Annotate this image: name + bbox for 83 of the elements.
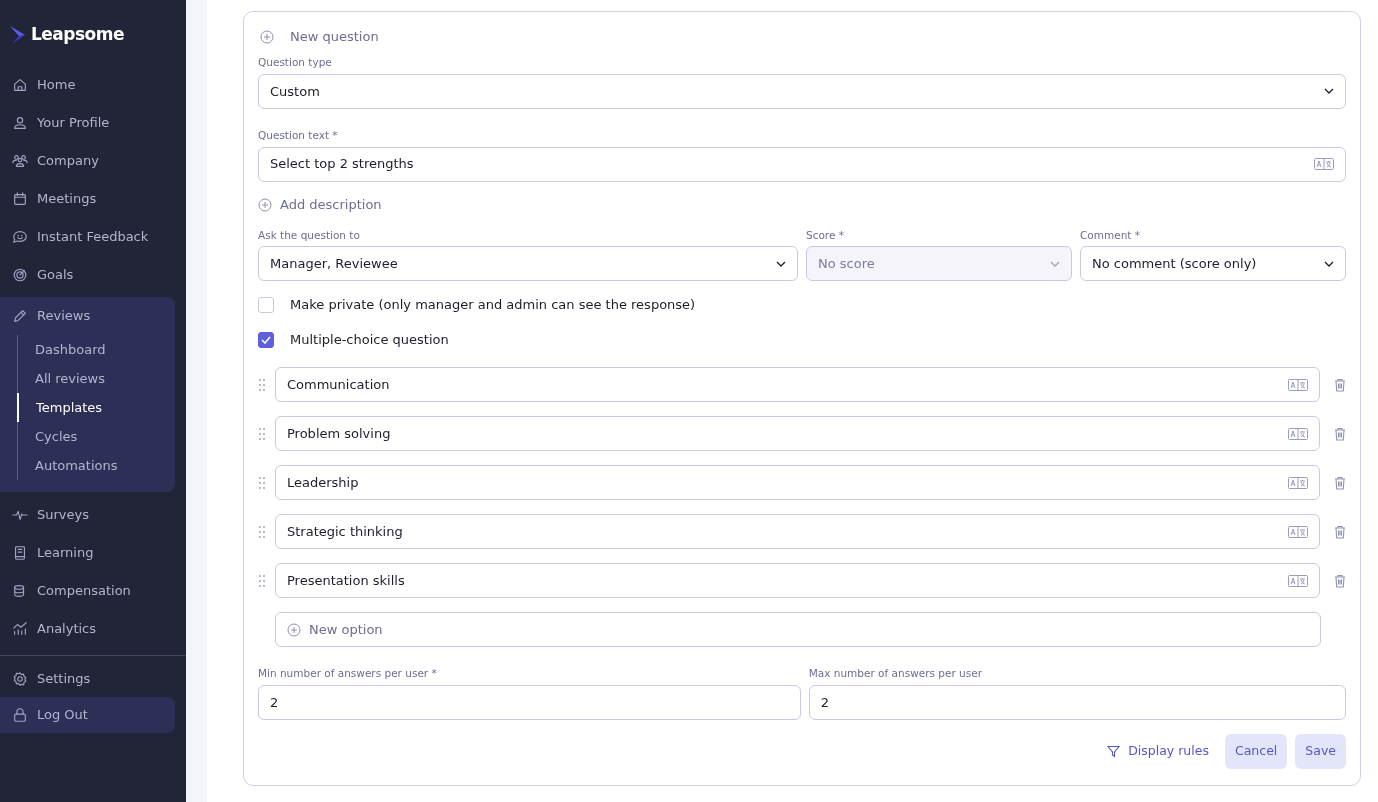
option-field[interactable]: Problem solving (275, 416, 1320, 452)
field-label: Score * (806, 227, 845, 243)
add-description-link[interactable]: Add description (280, 194, 382, 215)
brand-name: Leapsome (31, 23, 125, 47)
drag-handle-icon[interactable] (259, 525, 265, 538)
nav-item[interactable]: Instant Feedback (0, 218, 175, 256)
drag-handle-icon[interactable] (259, 476, 265, 489)
checkbox[interactable] (258, 331, 274, 348)
number-input[interactable]: 2 (258, 685, 801, 720)
field-label: Question text * (258, 127, 339, 143)
translate-icon[interactable] (1288, 525, 1308, 538)
target-icon (12, 267, 28, 283)
translate-icon[interactable] (1288, 427, 1308, 440)
field-label: Question type (258, 55, 333, 70)
filter-icon (1107, 745, 1121, 758)
trash-icon[interactable] (1334, 426, 1346, 441)
dropdown-select[interactable]: No comment (score only) (1080, 246, 1346, 282)
trash-icon[interactable] (1334, 524, 1346, 539)
chevron-down-icon (1324, 88, 1334, 95)
nav-item[interactable]: Settings (0, 661, 175, 697)
nav-item[interactable]: Compensation (0, 572, 175, 610)
nav-subitem[interactable]: Automations (17, 451, 175, 480)
lock-icon (12, 707, 28, 723)
nav-item[interactable]: Log Out (0, 697, 175, 733)
nav-item[interactable]: Surveys (0, 496, 175, 534)
checkbox-label: Make private (only manager and admin can see the response) (290, 296, 696, 314)
field-label: Comment * (1080, 227, 1142, 243)
gear-icon (12, 671, 28, 687)
option-field[interactable]: Communication (275, 367, 1320, 403)
translate-icon[interactable] (1314, 158, 1334, 170)
pencil-icon (12, 308, 28, 324)
new-question-label[interactable]: New question (290, 27, 379, 47)
field-label: Max number of answers per user (808, 666, 983, 682)
new-option-button[interactable]: New option (275, 612, 1321, 648)
nav-item[interactable]: Meetings (0, 180, 175, 218)
nav-item[interactable]: Learning (0, 534, 175, 572)
question-type-select[interactable]: Custom (258, 73, 1346, 109)
nav-item[interactable]: Your Profile (0, 104, 175, 142)
plus-circle-icon (258, 197, 272, 212)
people-icon (12, 153, 28, 169)
trash-icon[interactable] (1334, 573, 1346, 588)
drag-handle-icon[interactable] (259, 427, 265, 440)
nav-subitem[interactable]: Templates (17, 393, 175, 422)
book-icon (12, 545, 28, 561)
nav-subitem[interactable]: Cycles (17, 422, 175, 451)
drag-handle-icon[interactable] (259, 378, 265, 391)
check-icon (261, 335, 271, 344)
logo-icon (9, 25, 27, 45)
plus-circle-icon (260, 30, 274, 44)
nav-item[interactable]: Home (0, 66, 175, 104)
nav-subitem[interactable]: All reviews (17, 364, 175, 393)
person-icon (12, 115, 28, 131)
display-rules-link[interactable]: Display rules (1107, 742, 1209, 761)
nav-item[interactable]: Goals (0, 256, 175, 294)
nav-item[interactable]: Analytics (0, 610, 175, 648)
nav-subitem[interactable]: Dashboard (17, 335, 175, 364)
option-field[interactable]: Presentation skills (275, 563, 1320, 599)
trash-icon[interactable] (1334, 377, 1346, 392)
chevron-down-icon (776, 260, 786, 267)
dropdown-select[interactable]: Manager, Reviewee (258, 246, 798, 282)
field-label: Ask the question to (258, 227, 361, 243)
translate-icon[interactable] (1288, 476, 1308, 489)
trash-icon[interactable] (1334, 475, 1346, 490)
option-field[interactable]: Strategic thinking (275, 514, 1320, 550)
action-button[interactable]: Save (1295, 734, 1346, 769)
translate-icon[interactable] (1288, 574, 1308, 587)
plus-circle-icon (287, 622, 301, 637)
nav-item[interactable]: Company (0, 142, 175, 180)
checkbox-label: Multiple-choice question (290, 331, 449, 349)
calendar-icon (12, 191, 28, 207)
chevron-down-icon (1050, 260, 1060, 267)
question-text-field[interactable]: Select top 2 strengths (258, 146, 1346, 182)
option-field[interactable]: Leadership (275, 465, 1320, 501)
nav-item[interactable]: Reviews (0, 297, 175, 335)
action-button[interactable]: Cancel (1224, 734, 1288, 769)
translate-icon[interactable] (1288, 378, 1308, 391)
chevron-down-icon (1324, 260, 1334, 267)
house-icon (12, 77, 28, 93)
bar-chart-icon (12, 621, 28, 637)
number-input[interactable]: 2 (808, 685, 1346, 720)
drag-handle-icon[interactable] (259, 574, 265, 587)
chat-icon (12, 229, 28, 245)
field-label: Min number of answers per user * (258, 666, 438, 682)
